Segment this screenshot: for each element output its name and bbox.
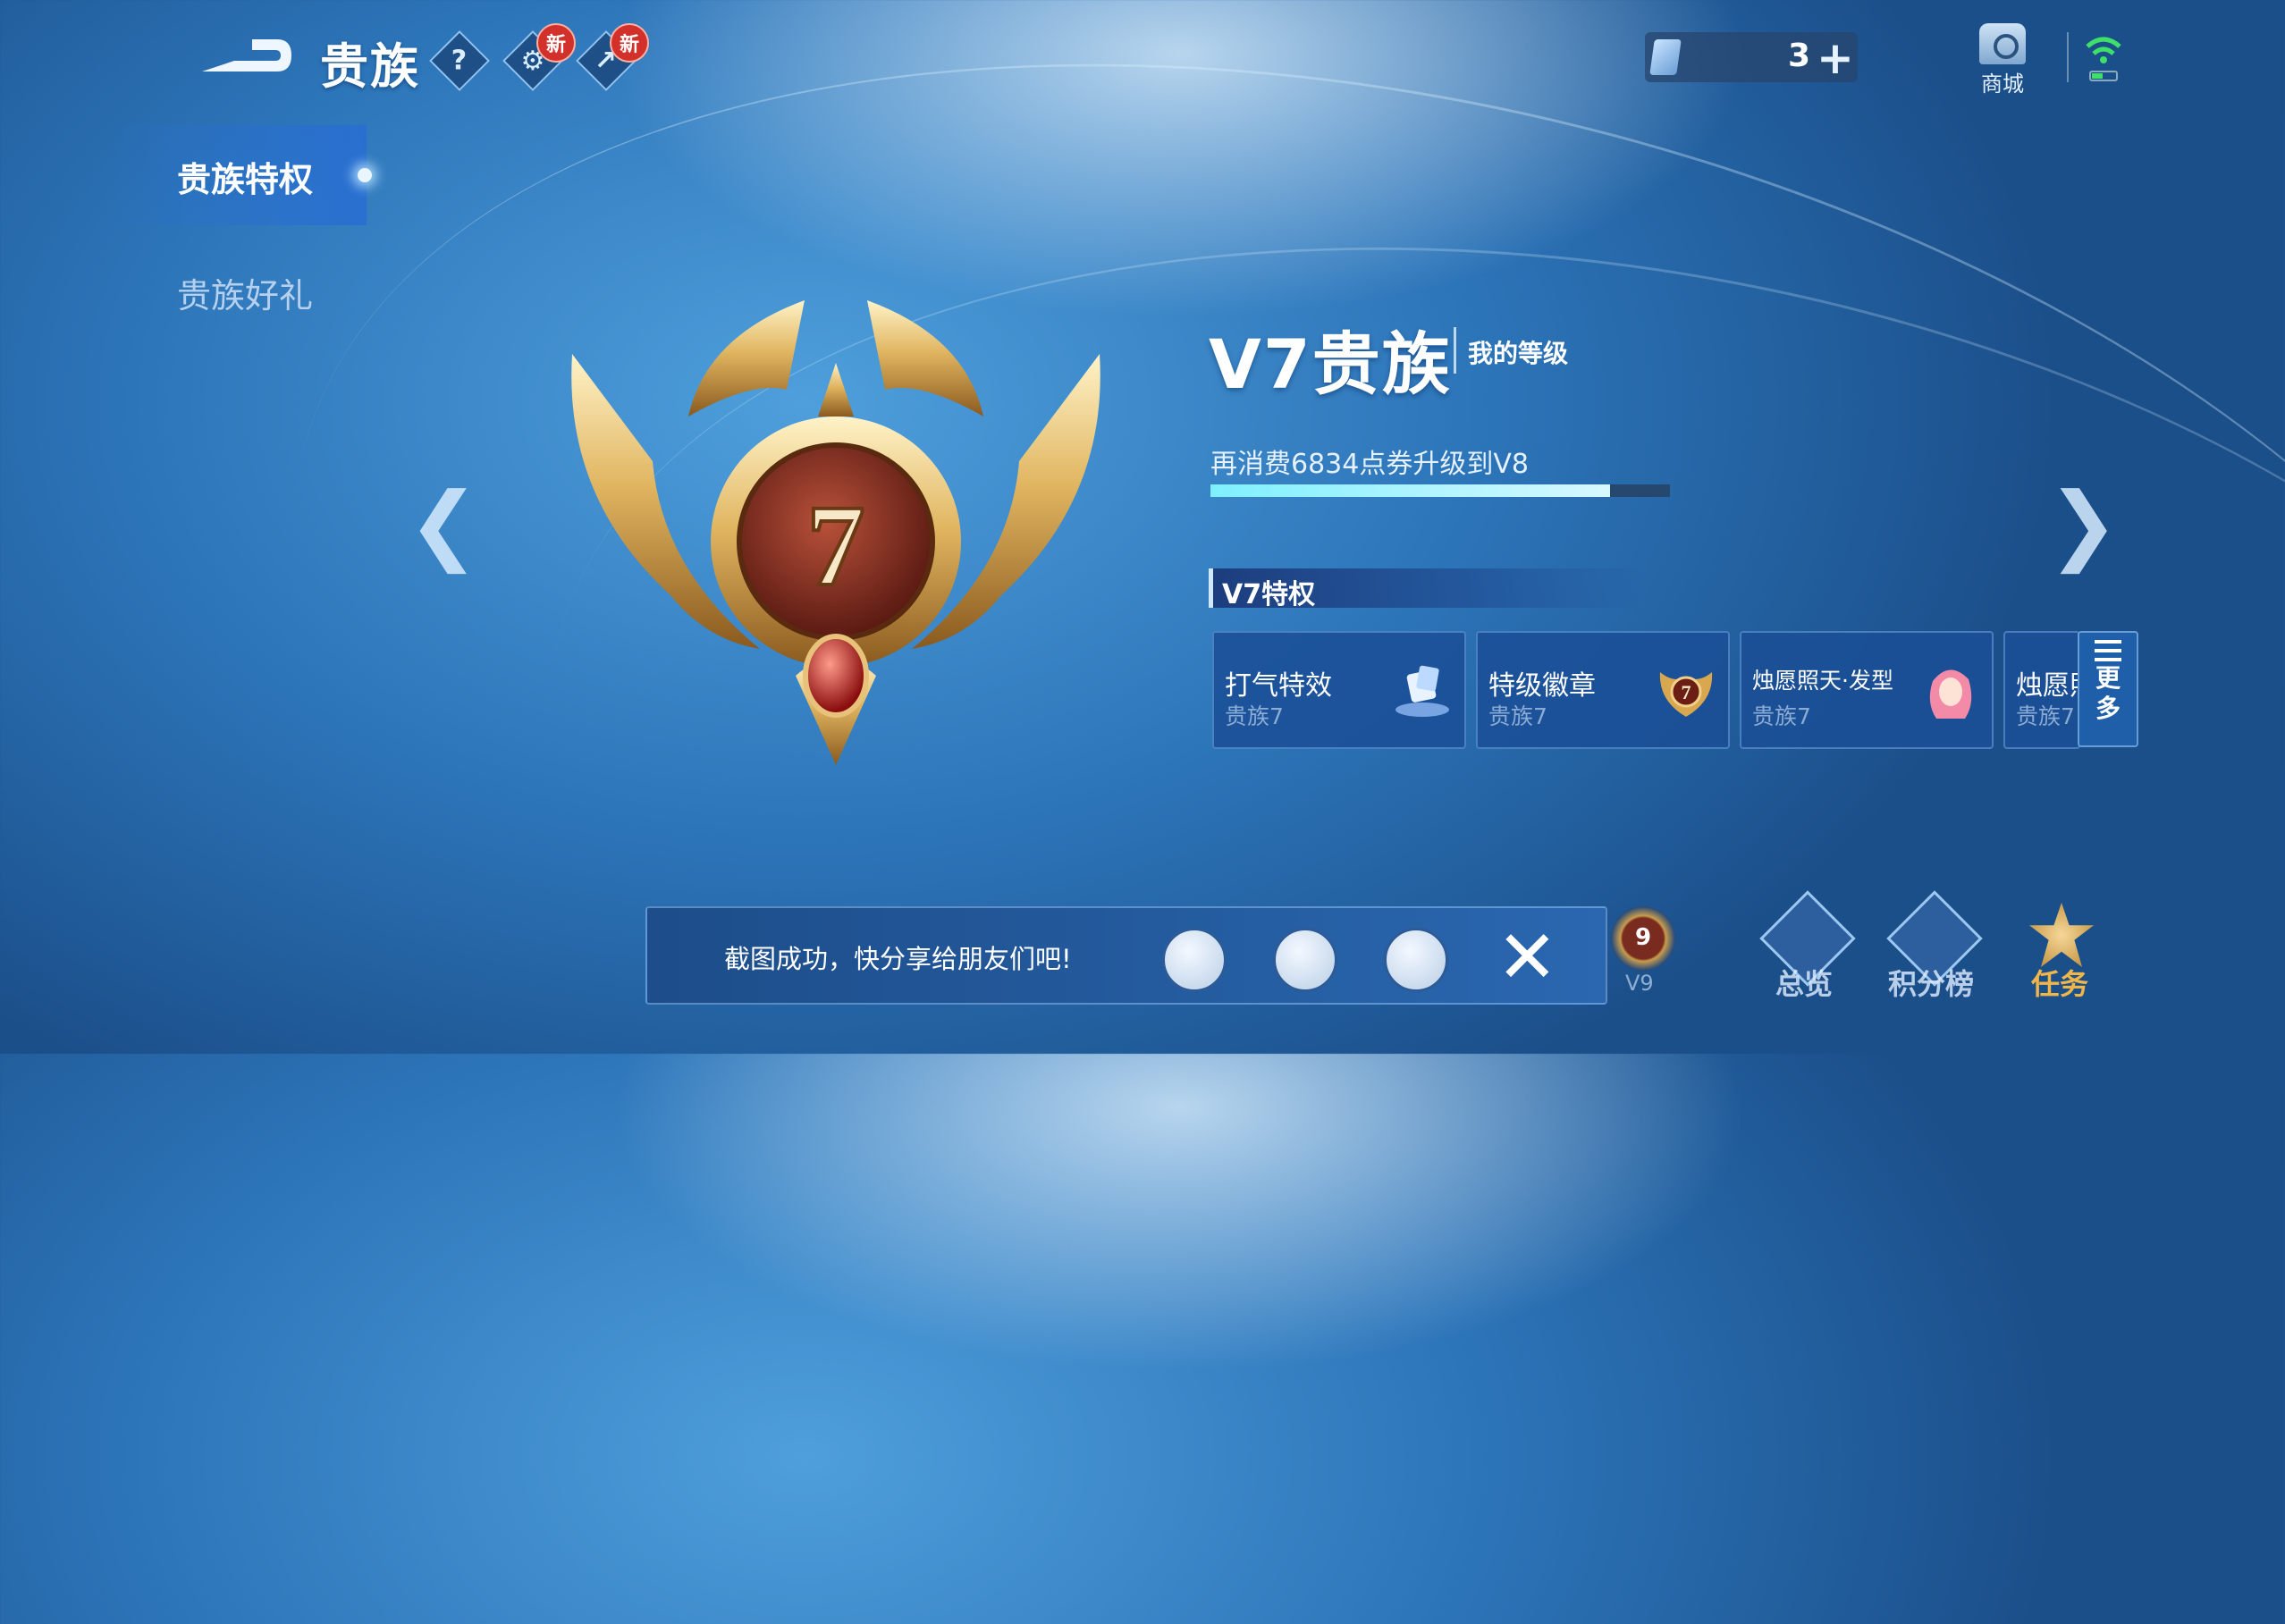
privilege-card[interactable]: 烛愿照天·发型 贵族7 xyxy=(1740,631,1994,749)
selection-dot-icon xyxy=(358,168,372,182)
my-level-label[interactable]: 我的等级 xyxy=(1468,334,1568,370)
v9-label: V9 xyxy=(1625,971,1654,996)
qq-share-icon[interactable] xyxy=(1162,928,1227,992)
v7-emblem: 7 xyxy=(571,300,1100,765)
next-level-arrow-icon[interactable]: ❯ xyxy=(2047,474,2119,574)
shop-icon xyxy=(1979,23,2026,64)
privilege-card[interactable]: 打气特效 贵族7 xyxy=(1212,631,1466,749)
privilege-tier: 贵族7 xyxy=(1225,703,1284,729)
shop-label: 商城 xyxy=(1981,72,2024,97)
coupon-card-icon xyxy=(1649,39,1682,75)
privilege-name: 烛愿照 xyxy=(2016,670,2078,702)
more-label: 多 xyxy=(2095,694,2121,723)
page-title: 贵族 xyxy=(320,38,420,95)
progress-fill xyxy=(1210,484,1611,497)
new-badge: 新 xyxy=(536,23,576,63)
v9-number: 9 xyxy=(1634,924,1652,951)
upgrade-progress-bar xyxy=(1210,484,1670,497)
coupon-count: 3 xyxy=(1788,38,1811,74)
privilege-name: 打气特效 xyxy=(1225,670,1332,702)
close-share-button[interactable]: ✕ xyxy=(1497,915,1558,1000)
privilege-section-header: V7特权 xyxy=(1209,568,1642,610)
privilege-tier: 贵族7 xyxy=(1488,703,1547,729)
coupon-balance[interactable]: 3 + xyxy=(1645,32,1858,84)
hairstyle-avatar-icon xyxy=(1929,669,1972,719)
new-badge: 新 xyxy=(610,23,649,63)
add-coupon-button[interactable]: + xyxy=(1817,32,1854,84)
sidebar-item-gifts[interactable]: 贵族好礼 xyxy=(177,268,313,317)
privilege-card[interactable]: 特级徽章 贵族7 7 xyxy=(1476,631,1730,749)
more-label: 更 xyxy=(2095,663,2121,693)
nav-tasks[interactable]: 任务 xyxy=(2031,962,2088,1003)
badge-number: 7 xyxy=(1682,681,1691,703)
prev-level-arrow-icon[interactable]: ❮ xyxy=(408,474,479,574)
upgrade-hint: 再消费6834点券升级到V8 xyxy=(1210,449,1529,480)
sidebar-item-privileges[interactable]: 贵族特权 xyxy=(177,152,313,201)
privilege-card[interactable]: 烛愿照 贵族7 xyxy=(2003,631,2080,749)
question-icon: ? xyxy=(451,45,468,77)
privilege-name: 特级徽章 xyxy=(1488,670,1596,702)
wifi-signal-icon xyxy=(2086,37,2121,81)
share-message: 截图成功，快分享给朋友们吧! xyxy=(724,944,1072,974)
chat-share-icon[interactable] xyxy=(1273,928,1337,992)
qzone-share-icon[interactable] xyxy=(1384,928,1448,992)
screenshot-share-bar: 截图成功，快分享给朋友们吧! ✕ xyxy=(645,906,1607,1005)
privilege-name: 烛愿照天·发型 xyxy=(1752,668,1893,694)
list-icon xyxy=(2095,640,2121,663)
badge-icon: 7 xyxy=(1659,672,1713,717)
level-title: V7贵族 xyxy=(1209,324,1452,404)
cheer-effect-icon xyxy=(1395,665,1449,717)
nav-overview[interactable]: 总览 xyxy=(1775,962,1833,1003)
v9-level-badge[interactable]: 9 xyxy=(1611,906,1675,971)
emblem-level-number: 7 xyxy=(807,482,865,610)
nav-leaderboard[interactable]: 积分榜 xyxy=(1888,962,1974,1003)
divider xyxy=(2067,32,2069,82)
help-button[interactable]: ? xyxy=(429,30,490,91)
divider xyxy=(1454,327,1456,374)
back-arrow-icon[interactable] xyxy=(198,34,297,79)
privilege-section-title: V7特权 xyxy=(1222,579,1316,610)
more-privileges-button[interactable]: 更 多 xyxy=(2078,631,2138,747)
privilege-tier: 贵族7 xyxy=(1752,703,1811,729)
shop-button[interactable]: 商城 xyxy=(1974,23,2031,97)
privilege-tier: 贵族7 xyxy=(2016,703,2075,729)
